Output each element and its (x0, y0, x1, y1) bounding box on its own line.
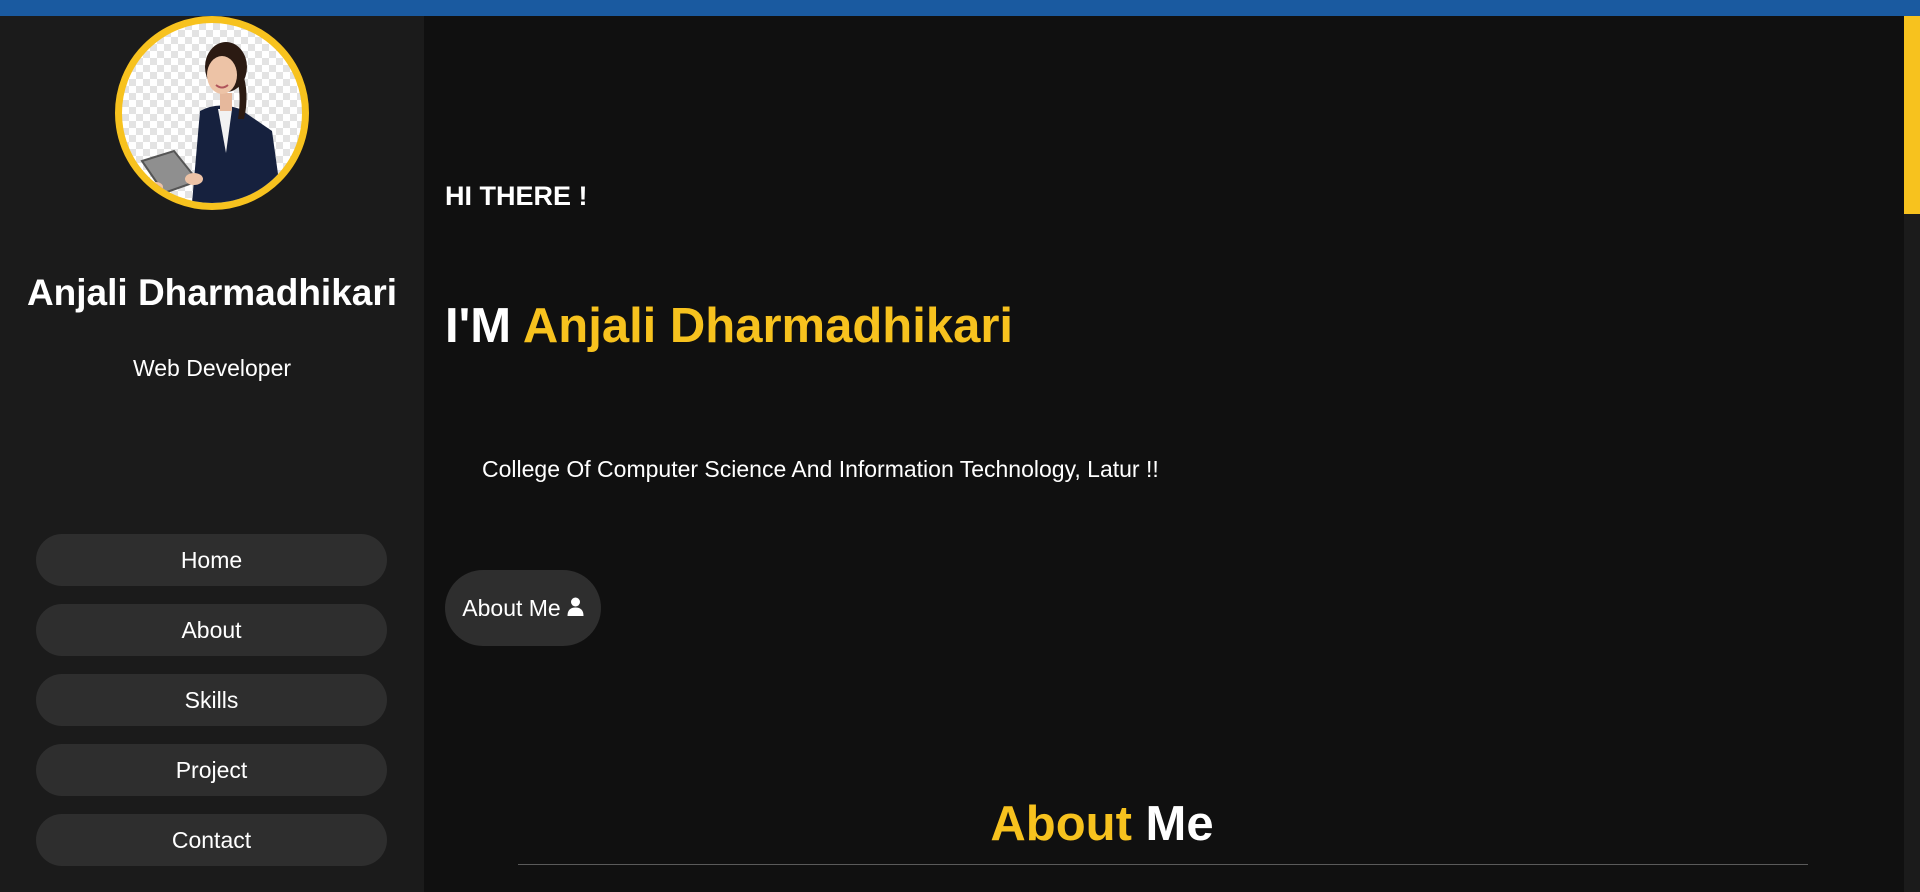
user-icon (567, 595, 584, 622)
about-me-button-label: About Me (462, 594, 561, 621)
scrollbar-thumb[interactable] (1904, 16, 1920, 214)
about-title-plain: Me (1145, 797, 1214, 851)
hero-greeting: HI THERE ! (445, 181, 588, 211)
nav-about[interactable]: About (36, 604, 387, 656)
main-content: HI THERE ! I'M Anjali Dharmadhikari Coll… (424, 16, 1904, 892)
nav-project[interactable]: Project (36, 744, 387, 796)
nav-home[interactable]: Home (36, 534, 387, 586)
headline-name: Anjali Dharmadhikari (522, 299, 1014, 353)
hero-headline: I'M Anjali Dharmadhikari (445, 298, 1013, 354)
sidebar: Anjali Dharmadhikari Web Developer Home … (0, 16, 424, 892)
section-divider (518, 864, 1808, 865)
nav-contact[interactable]: Contact (36, 814, 387, 866)
about-section-title: About Me (424, 796, 1780, 852)
nav-skills[interactable]: Skills (36, 674, 387, 726)
profile-avatar (115, 16, 309, 210)
top-bar (0, 0, 1920, 16)
about-me-button[interactable]: About Me (445, 570, 601, 646)
about-title-accent: About (990, 797, 1132, 851)
hero-college: College Of Computer Science And Informat… (482, 456, 1159, 482)
profile-name: Anjali Dharmadhikari (26, 272, 398, 313)
profile-role: Web Developer (132, 355, 292, 381)
headline-prefix: I'M (445, 299, 512, 353)
